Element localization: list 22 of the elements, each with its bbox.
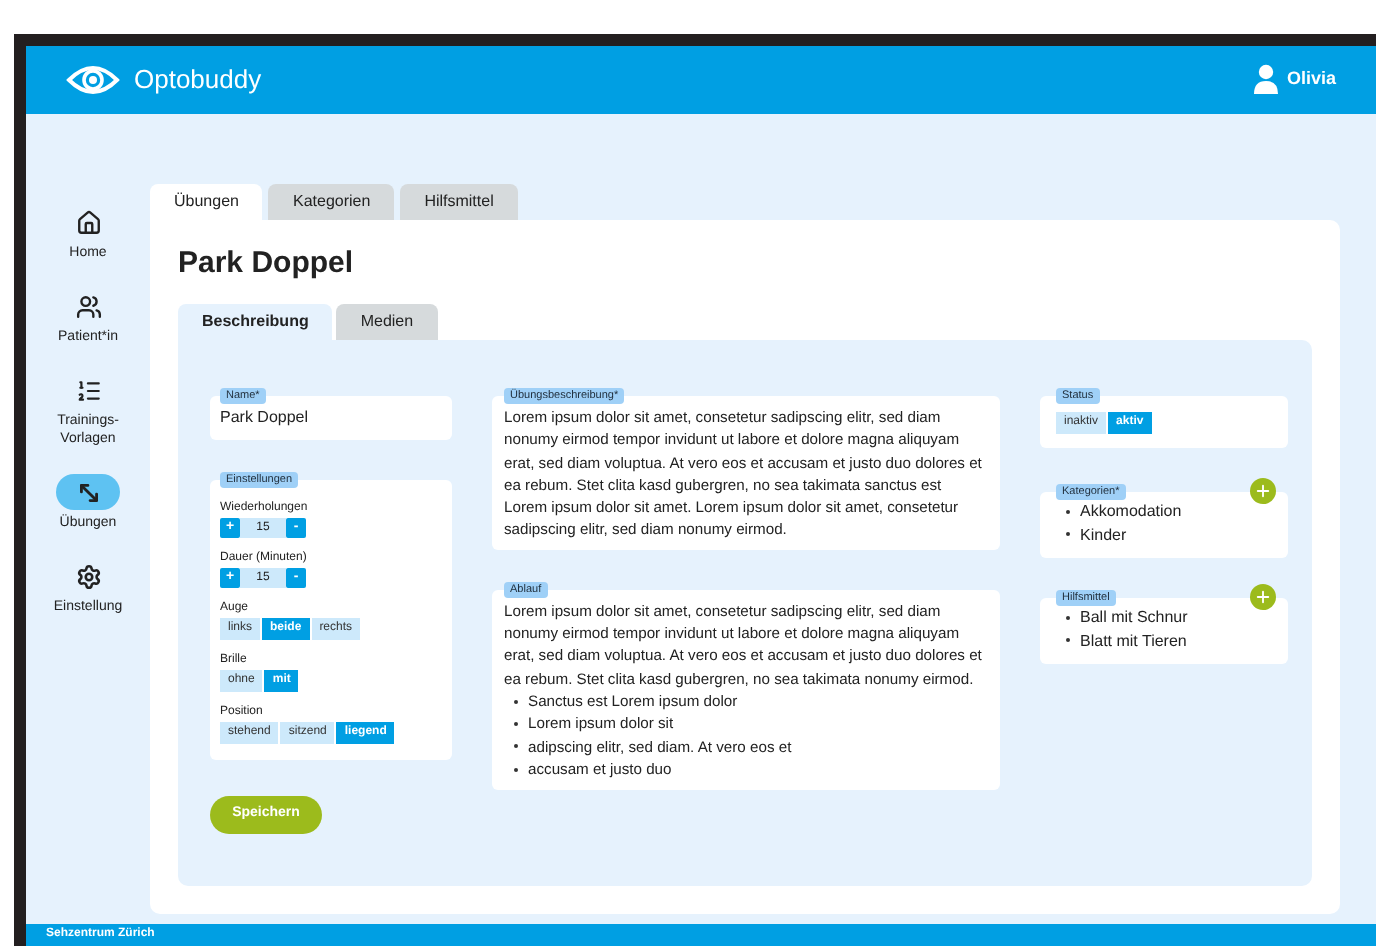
add-button[interactable] <box>1250 584 1276 610</box>
list-item: Akkomodation <box>1080 500 1182 523</box>
page-title: Park Doppel <box>178 244 356 284</box>
tab[interactable]: Beschreibung <box>178 304 333 340</box>
list-item: Blatt mit Tieren <box>1080 629 1187 652</box>
tab[interactable]: Übungen <box>150 184 263 220</box>
user-icon <box>1254 64 1279 96</box>
list-item: Ball mit Schnur <box>1080 606 1188 629</box>
tab[interactable]: Kategorien <box>268 184 395 220</box>
diagonal-arrow-icon <box>75 479 101 505</box>
tab[interactable]: Hilfsmittel <box>400 184 518 220</box>
settings-icon <box>75 563 101 589</box>
app-title: Optobuddy <box>134 62 262 99</box>
tab[interactable]: Medien <box>336 304 438 340</box>
add-button[interactable] <box>1250 478 1276 504</box>
list-item: Kinder <box>1080 523 1127 546</box>
plus-icon <box>1254 588 1272 606</box>
plus-icon <box>1254 482 1272 500</box>
users-icon <box>75 293 101 319</box>
home-icon <box>75 209 101 235</box>
list-icon <box>75 377 101 403</box>
eye-icon <box>66 64 120 96</box>
